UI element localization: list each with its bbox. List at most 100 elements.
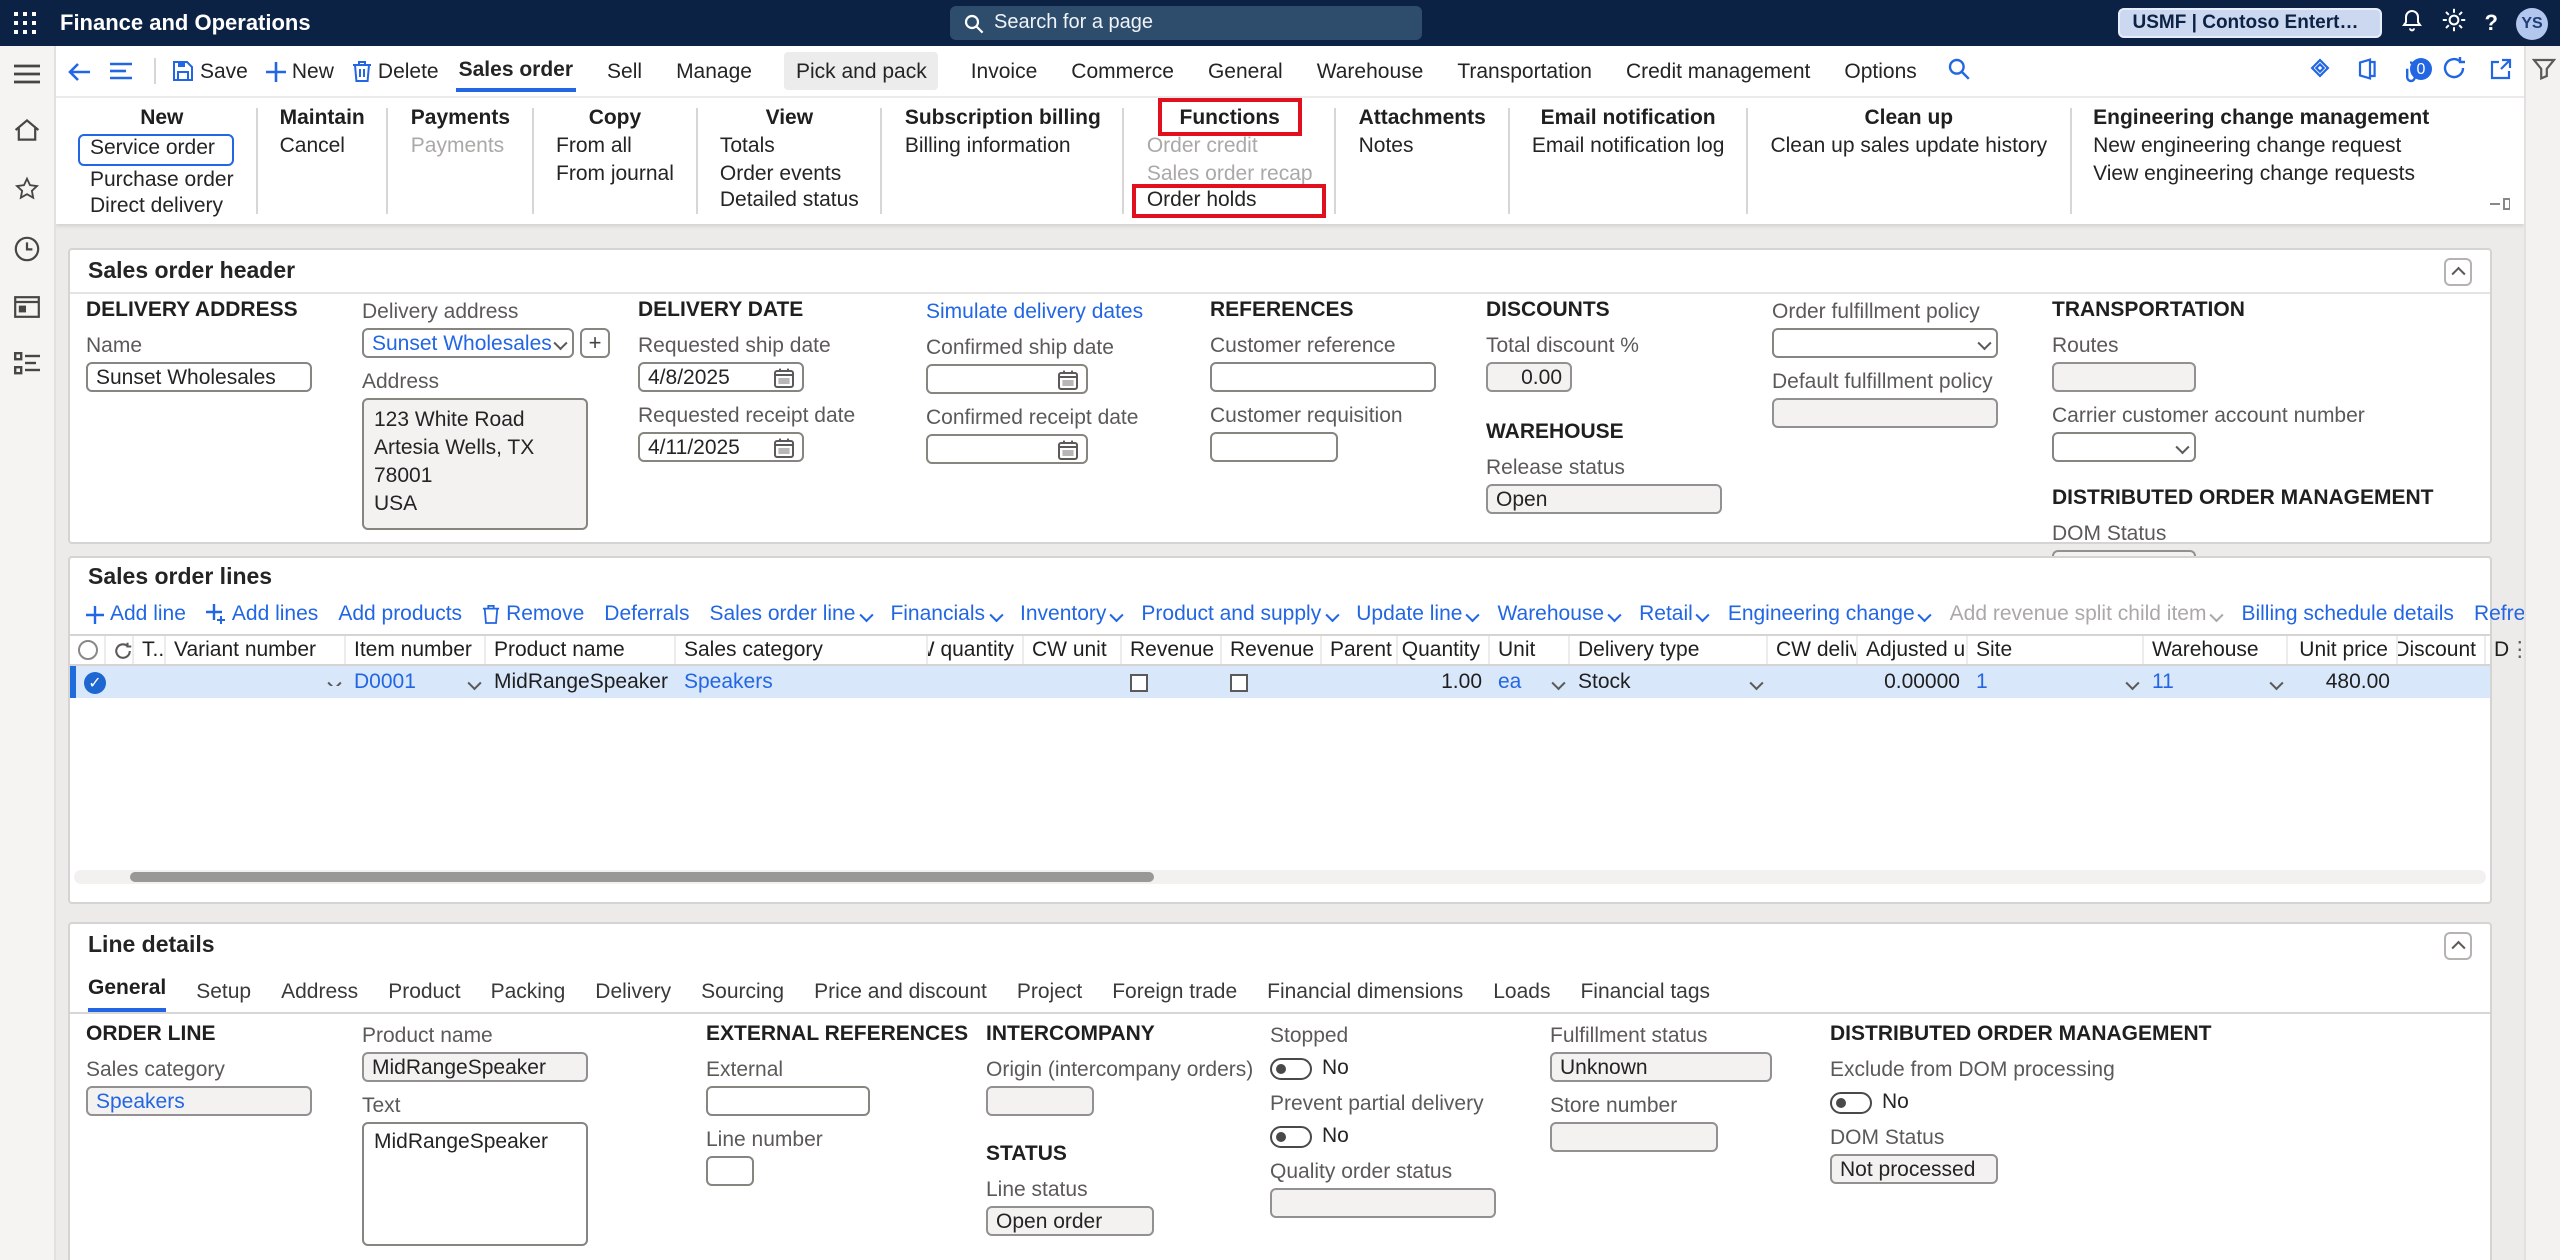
back-button[interactable] [68, 61, 92, 81]
column-header[interactable]: CW unit [1024, 636, 1122, 664]
cell-item-number[interactable]: D0001 [346, 670, 486, 694]
new-button[interactable]: New [265, 59, 334, 83]
row-selected-check[interactable]: ✓ [76, 671, 106, 693]
column-header[interactable]: Site [1968, 636, 2144, 664]
column-header[interactable]: CW deliver... [1768, 636, 1858, 664]
financials-menu[interactable]: Financials [890, 602, 1002, 626]
from-journal-button[interactable]: From journal [556, 161, 674, 188]
tab-setup[interactable]: Setup [196, 980, 251, 1012]
office-icon[interactable] [2356, 57, 2378, 85]
tab-packing[interactable]: Packing [491, 980, 566, 1012]
tab-financial-dimensions[interactable]: Financial dimensions [1267, 980, 1463, 1012]
tab-loads[interactable]: Loads [1493, 980, 1550, 1012]
sales-category-field[interactable]: Speakers [86, 1086, 312, 1116]
cell-warehouse[interactable]: 11 [2144, 670, 2288, 694]
tab-address[interactable]: Address [281, 980, 358, 1012]
tab-manage[interactable]: Manage [674, 52, 754, 90]
column-header[interactable]: Quantity [1398, 636, 1490, 664]
modules-list-icon[interactable] [14, 352, 40, 382]
tab-pick-and-pack[interactable]: Pick and pack [783, 52, 939, 90]
deferrals-button[interactable]: Deferrals [604, 602, 689, 626]
save-button[interactable]: Save [172, 59, 248, 83]
sales-order-line-menu[interactable]: Sales order line [710, 602, 873, 626]
cell-unit-price[interactable]: 480.00 [2288, 670, 2398, 694]
add-products-button[interactable]: Add products [338, 602, 462, 626]
confirmed-ship-date-field[interactable] [926, 364, 1088, 394]
collapse-line-details-button[interactable] [2444, 932, 2472, 960]
engineering-change-menu[interactable]: Engineering change [1728, 602, 1932, 626]
tab-general[interactable]: General [88, 976, 167, 1012]
recent-clock-icon[interactable] [14, 236, 40, 268]
delivery-address-combobox[interactable]: Sunset Wholesales [362, 328, 574, 358]
name-field[interactable]: Sunset Wholesales [86, 362, 312, 392]
nav-list-button[interactable] [110, 62, 132, 80]
from-all-button[interactable]: From all [556, 134, 674, 161]
power-apps-icon[interactable] [2308, 56, 2332, 86]
notes-button[interactable]: Notes [1359, 134, 1414, 161]
tab-commerce[interactable]: Commerce [1069, 52, 1176, 90]
prevent-partial-delivery-toggle[interactable]: No [1270, 1124, 1349, 1148]
inventory-menu[interactable]: Inventory [1020, 602, 1124, 626]
order-fulfillment-policy-dropdown[interactable] [1772, 328, 1998, 358]
detailed-status-button[interactable]: Detailed status [720, 188, 859, 215]
confirmed-receipt-date-field[interactable] [926, 434, 1088, 464]
new-engineering-change-request-button[interactable]: New engineering change request [2093, 134, 2415, 161]
add-address-button[interactable]: + [580, 328, 610, 358]
open-in-new-window-icon[interactable] [2490, 57, 2512, 85]
tab-delivery[interactable]: Delivery [595, 980, 671, 1012]
tab-invoice[interactable]: Invoice [969, 52, 1040, 90]
column-header[interactable]: Revenue s... [1222, 636, 1322, 664]
tab-foreign-trade[interactable]: Foreign trade [1112, 980, 1237, 1012]
tab-project[interactable]: Project [1017, 980, 1082, 1012]
cell-quantity[interactable]: 1.00 [1398, 670, 1490, 694]
ribbon-collapse-icon[interactable] [2490, 194, 2511, 218]
company-badge[interactable]: USMF | Contoso Entertainment Syste... [2118, 8, 2383, 38]
billing-schedule-details-button[interactable]: Billing schedule details [2241, 602, 2453, 626]
workspaces-form-icon[interactable] [14, 296, 40, 324]
cell-unit[interactable]: ea [1490, 670, 1570, 694]
cell-revenue-split-checkbox-2[interactable] [1222, 673, 1322, 691]
service-order-button[interactable]: Service order [78, 134, 234, 165]
requested-receipt-date-field[interactable]: 4/11/2025 [638, 432, 804, 462]
column-header[interactable]: Product name [486, 636, 676, 664]
notifications-bell-icon[interactable] [2401, 8, 2425, 38]
tab-general[interactable]: General [1206, 52, 1285, 90]
billing-information-button[interactable]: Billing information [905, 134, 1071, 161]
line-number-field[interactable] [706, 1156, 754, 1186]
update-line-menu[interactable]: Update line [1356, 602, 1480, 626]
select-all-circle[interactable] [70, 636, 106, 664]
column-header[interactable]: Revenue s... [1122, 636, 1222, 664]
column-header[interactable]: D⋮ [2486, 636, 2526, 664]
column-header[interactable]: Adjusted u... [1858, 636, 1968, 664]
column-header[interactable]: Sales category [676, 636, 928, 664]
requested-ship-date-field[interactable]: 4/8/2025 [638, 362, 804, 392]
delete-button[interactable]: Delete [352, 59, 439, 83]
tab-sell[interactable]: Sell [605, 52, 644, 90]
horizontal-scrollbar[interactable] [74, 870, 2486, 884]
add-line-button[interactable]: Add line [86, 602, 186, 626]
column-header[interactable]: CW quantity [928, 636, 1024, 664]
external-field[interactable] [706, 1086, 870, 1116]
add-lines-button[interactable]: Add lines [205, 602, 318, 626]
tab-sourcing[interactable]: Sourcing [701, 980, 784, 1012]
totals-button[interactable]: Totals [720, 134, 859, 161]
column-header[interactable]: Warehouse [2144, 636, 2288, 664]
tab-warehouse[interactable]: Warehouse [1315, 52, 1426, 90]
settings-gear-icon[interactable] [2443, 8, 2467, 38]
retail-menu[interactable]: Retail [1639, 602, 1710, 626]
filter-funnel-icon[interactable] [2530, 58, 2556, 1260]
customer-requisition-field[interactable] [1210, 432, 1338, 462]
help-icon[interactable]: ? [2485, 11, 2498, 35]
collapse-header-button[interactable] [2444, 258, 2472, 286]
cancel-button[interactable]: Cancel [280, 134, 345, 161]
global-search-input[interactable]: Search for a page [950, 6, 1422, 40]
customer-reference-field[interactable] [1210, 362, 1436, 392]
cell-delivery-type[interactable]: Stock [1570, 670, 1768, 694]
tab-sales-order[interactable]: Sales order [456, 50, 576, 92]
exclude-dom-toggle[interactable]: No [1830, 1090, 1909, 1114]
refresh-icon[interactable] [2442, 56, 2466, 86]
remove-button[interactable]: Remove [482, 602, 584, 626]
tab-search-icon[interactable] [1949, 57, 1971, 85]
tab-price-and-discount[interactable]: Price and discount [814, 980, 987, 1012]
home-icon[interactable] [14, 118, 40, 148]
